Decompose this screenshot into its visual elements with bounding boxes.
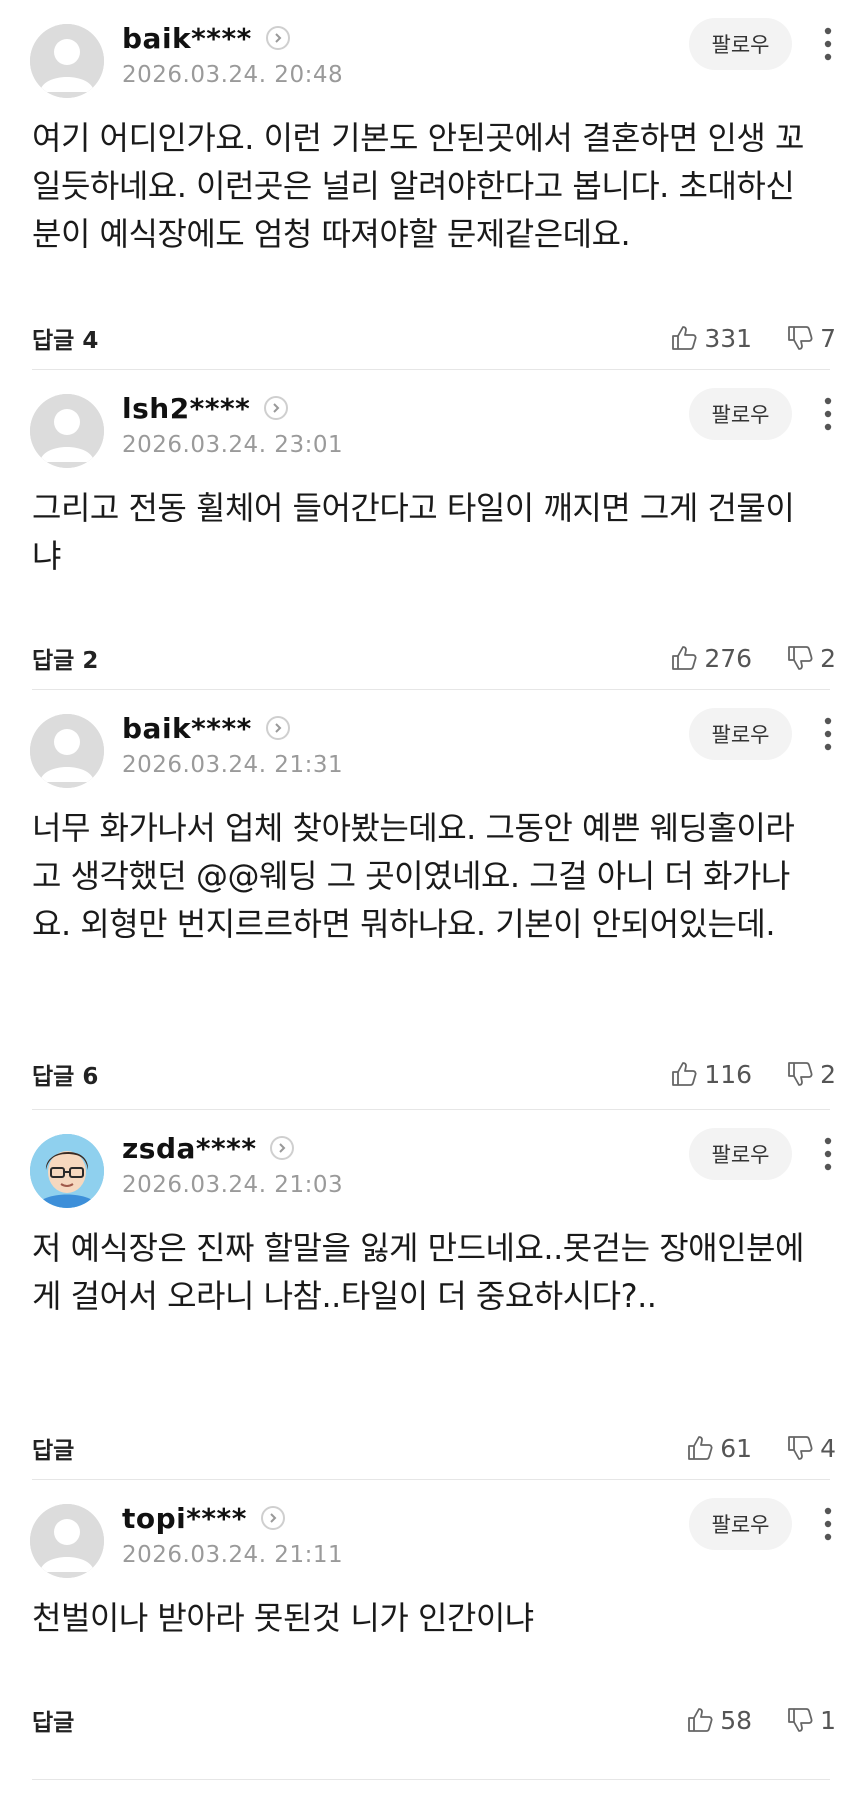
thumbs-up-icon [688, 1708, 713, 1732]
follow-button[interactable]: 팔로우 [689, 1128, 792, 1180]
avatar[interactable] [30, 1504, 104, 1578]
comment-list: baik**** 2026.03.24. 20:48 팔로우 여기 어디인가요.… [0, 0, 850, 1780]
user-row: baik**** [122, 18, 290, 58]
comment-item: baik**** 2026.03.24. 21:31 팔로우 너무 화가나서 업… [0, 690, 850, 1110]
like-count: 331 [704, 323, 753, 353]
username[interactable]: baik**** [122, 22, 252, 55]
avatar[interactable] [30, 714, 104, 788]
comment-footer: 답글 2 276 2 [32, 638, 836, 678]
chevron-right-icon[interactable] [265, 716, 290, 740]
cartoon-avatar-icon [30, 1134, 104, 1208]
comment-item: baik**** 2026.03.24. 20:48 팔로우 여기 어디인가요.… [0, 0, 850, 370]
like-button[interactable]: 276 [670, 644, 752, 673]
default-avatar-icon [30, 714, 104, 788]
thumbs-up-icon [672, 646, 697, 670]
more-options-icon[interactable] [820, 714, 836, 754]
follow-button[interactable]: 팔로우 [689, 1498, 792, 1550]
chevron-right-icon[interactable] [264, 396, 289, 420]
thumbs-down-icon [788, 1436, 813, 1460]
follow-button[interactable]: 팔로우 [689, 708, 792, 760]
default-avatar-icon [30, 1504, 104, 1578]
user-row: topi**** [122, 1498, 285, 1538]
reply-button[interactable]: 답글 2 [32, 641, 98, 675]
timestamp: 2026.03.24. 21:03 [122, 1172, 344, 1198]
username[interactable]: zsda**** [122, 1132, 256, 1165]
thumbs-up-icon [672, 1062, 697, 1086]
thumbs-up-icon [688, 1436, 713, 1460]
dislike-button[interactable]: 2 [786, 644, 836, 673]
dislike-count: 2 [820, 1059, 836, 1089]
username[interactable]: baik**** [122, 712, 252, 745]
like-count: 116 [704, 1059, 753, 1089]
chevron-right-icon[interactable] [260, 1506, 285, 1530]
timestamp: 2026.03.24. 21:31 [122, 752, 344, 778]
comment-footer: 답글 61 4 [32, 1428, 836, 1468]
more-options-icon[interactable] [820, 1134, 836, 1174]
more-options-icon[interactable] [820, 1504, 836, 1544]
dislike-button[interactable]: 7 [786, 324, 836, 353]
comment-text: 너무 화가나서 업체 찾아봤는데요. 그동안 예쁜 웨딩홀이라고 생각했던 @@… [32, 809, 795, 943]
user-row: zsda**** [122, 1128, 295, 1168]
timestamp: 2026.03.24. 20:48 [122, 62, 344, 88]
comment-item: zsda**** 2026.03.24. 21:03 팔로우 저 예식장은 진짜… [0, 1110, 850, 1480]
comment-text: 여기 어디인가요. 이런 기본도 안된곳에서 결혼하면 인생 꼬일듯하네요. 이… [32, 119, 804, 253]
avatar[interactable] [30, 394, 104, 468]
dislike-button[interactable]: 1 [786, 1706, 836, 1735]
reply-button[interactable]: 답글 6 [32, 1057, 98, 1091]
chevron-right-icon[interactable] [270, 1136, 295, 1160]
like-button[interactable]: 58 [686, 1706, 752, 1735]
like-button[interactable]: 61 [686, 1434, 752, 1463]
avatar[interactable] [30, 24, 104, 98]
comment-footer: 답글 58 1 [32, 1700, 836, 1740]
dislike-button[interactable]: 2 [786, 1060, 836, 1089]
like-button[interactable]: 116 [670, 1060, 752, 1089]
username[interactable]: topi**** [122, 1502, 247, 1535]
thumbs-down-icon [788, 326, 813, 350]
like-count: 58 [720, 1705, 753, 1735]
default-avatar-icon [30, 394, 104, 468]
follow-button[interactable]: 팔로우 [689, 18, 792, 70]
dislike-count: 2 [820, 643, 836, 673]
chevron-right-icon[interactable] [265, 26, 290, 50]
thumbs-down-icon [788, 1062, 813, 1086]
follow-button[interactable]: 팔로우 [689, 388, 792, 440]
like-button[interactable]: 331 [670, 324, 752, 353]
comment-text: 저 예식장은 진짜 할말을 잃게 만드네요..못걷는 장애인분에게 걸어서 오라… [32, 1229, 804, 1315]
comment-text: 그리고 전동 휠체어 들어간다고 타일이 깨지면 그게 건물이냐 [32, 489, 795, 575]
divider [32, 1779, 830, 1780]
thumbs-down-icon [788, 646, 813, 670]
username[interactable]: lsh2**** [122, 392, 250, 425]
comment-footer: 답글 6 116 2 [32, 1054, 836, 1094]
avatar[interactable] [30, 1134, 104, 1208]
dislike-count: 1 [820, 1705, 836, 1735]
more-options-icon[interactable] [820, 394, 836, 434]
comment-item: topi**** 2026.03.24. 21:11 팔로우 천벌이나 받아라 … [0, 1480, 850, 1780]
reply-button[interactable]: 답글 [32, 1431, 74, 1465]
reply-button[interactable]: 답글 [32, 1703, 74, 1737]
user-row: baik**** [122, 708, 290, 748]
reply-button[interactable]: 답글 4 [32, 321, 98, 355]
dislike-count: 4 [820, 1433, 836, 1463]
like-count: 276 [704, 643, 753, 673]
like-count: 61 [720, 1433, 753, 1463]
more-options-icon[interactable] [820, 24, 836, 64]
dislike-button[interactable]: 4 [786, 1434, 836, 1463]
comment-footer: 답글 4 331 7 [32, 318, 836, 358]
thumbs-down-icon [788, 1708, 813, 1732]
user-row: lsh2**** [122, 388, 289, 428]
comment-item: lsh2**** 2026.03.24. 23:01 팔로우 그리고 전동 휠체… [0, 370, 850, 690]
dislike-count: 7 [820, 323, 836, 353]
timestamp: 2026.03.24. 23:01 [122, 432, 344, 458]
default-avatar-icon [30, 24, 104, 98]
comment-text: 천벌이나 받아라 못된것 니가 인간이냐 [32, 1599, 534, 1637]
timestamp: 2026.03.24. 21:11 [122, 1542, 344, 1568]
thumbs-up-icon [672, 326, 697, 350]
